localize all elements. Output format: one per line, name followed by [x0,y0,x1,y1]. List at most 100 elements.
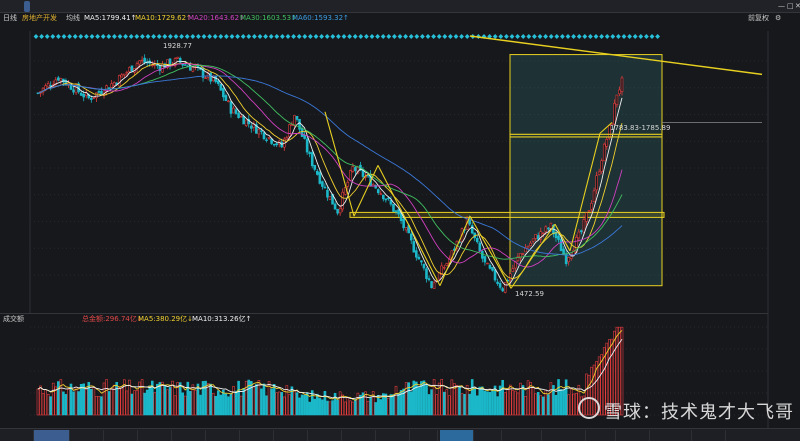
indicator-tab[interactable] [410,430,438,441]
toolbar-right-1[interactable] [730,1,736,12]
candle-body [498,283,502,288]
overlay-tab[interactable] [502,430,542,441]
volume-bar [435,394,438,416]
toolbar-item-14[interactable] [300,1,306,12]
toolbar-item-11[interactable] [240,1,246,12]
volume-bar [39,385,42,416]
volume-bar [316,393,319,416]
candle-body [323,186,327,189]
indicator-tab[interactable] [240,430,274,441]
indicator-tab[interactable] [206,430,240,441]
candle-body [531,238,535,242]
volume-bar [92,387,96,416]
overlay-tab[interactable] [616,430,650,441]
toolbar-item-8[interactable] [174,1,180,12]
candle-body [488,264,492,269]
instrument-name[interactable]: 房地产开发 [22,13,57,24]
volume-bar [536,392,540,416]
toolbar-item-12[interactable] [256,1,262,12]
signal-diamond [44,34,50,39]
overlay-tab[interactable] [474,430,502,441]
signal-diamond [548,34,554,39]
volume-bar [72,391,75,416]
ma-label[interactable]: 均线 [66,13,80,24]
candle-body [430,281,433,288]
indicator-tab[interactable] [172,430,206,441]
toolbar-item-0[interactable] [2,1,8,12]
overlay-tab[interactable] [440,430,474,441]
volume-bar [216,390,220,416]
indicator-tab[interactable] [138,430,172,441]
toolbar-right-0[interactable] [700,1,706,12]
volume-bar [463,393,466,416]
candle-body [501,288,504,292]
candle-body [117,75,121,87]
volume-bar [262,383,266,416]
volume-label[interactable]: 成交额 [3,314,24,325]
indicator-tab[interactable] [70,430,104,441]
indicator-tab[interactable] [34,430,70,441]
volume-bar [564,379,568,416]
candle-body [305,138,309,153]
volume-bar [102,382,106,416]
volume-bar [374,402,378,416]
overlay-tab[interactable] [586,430,616,441]
close-icon[interactable]: ✕ [792,1,800,12]
candle-body [249,125,253,129]
indicator-tab[interactable] [0,430,34,441]
volume-bar [425,385,428,416]
adjust-mode[interactable]: 前复权 [748,13,769,24]
toolbar-item-10[interactable] [218,1,224,12]
volume-bar [105,379,108,416]
toolbar-item-3[interactable] [68,1,74,12]
volume-bar [189,391,192,416]
candle-body [585,212,588,222]
settings-gear-icon[interactable]: ⚙ [775,13,781,24]
toolbar-item-6[interactable] [134,1,140,12]
volume-bar [64,394,68,416]
volume-bar [148,385,152,416]
signal-diamond [386,34,392,39]
volume-bar [321,399,324,416]
pattern-leg [377,165,441,286]
signal-diamond [179,34,184,39]
volume-bar [488,391,492,416]
volume-bar [328,401,332,416]
indicator-tab[interactable] [274,430,308,441]
indicator-tab[interactable] [104,430,138,441]
signal-diamond [117,34,123,39]
candle-body [229,101,233,114]
indicator-tab[interactable] [376,430,410,441]
volume-bar [468,393,471,416]
volume-bar [79,383,83,416]
volume-bar [95,395,98,416]
overlay-tab[interactable] [692,430,726,441]
volume-bar [448,395,451,416]
indicator-tab[interactable] [342,430,376,441]
toolbar-item-4[interactable] [90,1,96,12]
volume-bar [534,393,537,416]
volume-bar [62,391,65,416]
kline-chart[interactable] [0,24,800,428]
volume-bar [206,383,210,416]
candle-body [475,237,479,243]
signal-diamond [123,34,128,39]
signal-diamond [352,34,358,39]
toolbar-right-2[interactable] [755,1,761,12]
volume-bar [156,383,159,416]
candle-body [216,80,220,85]
overlay-tab[interactable] [542,430,586,441]
candle-body [120,74,124,78]
indicator-tab[interactable] [308,430,342,441]
toolbar-item-7[interactable] [154,1,160,12]
volume-bar [227,396,230,416]
candle-body [613,103,616,125]
toolbar-item-2[interactable] [46,1,52,12]
toolbar-item-1[interactable] [24,1,30,12]
candle-body [529,242,532,247]
candle-body [288,124,291,138]
toolbar-item-9[interactable] [196,1,202,12]
toolbar-item-5[interactable] [112,1,118,12]
watermark-text: 雪球：技术鬼才大飞哥 [604,402,794,423]
overlay-tab[interactable] [650,430,692,441]
